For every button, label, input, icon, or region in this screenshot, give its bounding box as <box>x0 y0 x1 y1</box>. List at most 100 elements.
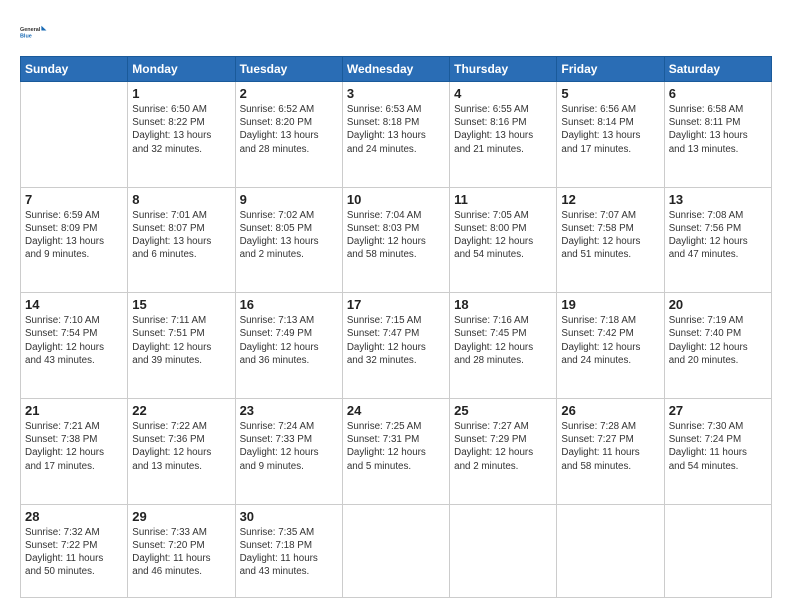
calendar-cell: 19 Sunrise: 7:18 AMSunset: 7:42 PMDayligh… <box>557 293 664 399</box>
calendar-cell: 29Sunrise: 7:33 AMSunset: 7:20 PMDayligh… <box>128 504 235 598</box>
svg-text:General: General <box>20 27 41 33</box>
day-number: 24 <box>347 403 445 418</box>
cell-info: Sunrise: 7:07 AMSunset: 7:58 PMDaylight:… <box>561 209 659 262</box>
weekday-header-thursday: Thursday <box>450 57 557 82</box>
cell-info: Sunrise: 7:16 AMSunset: 7:45 PMDaylight:… <box>454 314 552 367</box>
day-number: 21 <box>25 403 123 418</box>
day-number: 8 <box>132 192 230 207</box>
calendar-cell: 22 Sunrise: 7:22 AMSunset: 7:36 PMDayligh… <box>128 398 235 504</box>
calendar-cell: 12 Sunrise: 7:07 AMSunset: 7:58 PMDayligh… <box>557 187 664 293</box>
day-number: 14 <box>25 297 123 312</box>
cell-info: Sunrise: 7:19 AMSunset: 7:40 PMDaylight:… <box>669 314 767 367</box>
day-number: 18 <box>454 297 552 312</box>
calendar-cell <box>450 504 557 598</box>
cell-info: Sunrise: 7:25 AMSunset: 7:31 PMDaylight:… <box>347 420 445 473</box>
day-number: 11 <box>454 192 552 207</box>
calendar-cell: 15Sunrise: 7:11 AMSunset: 7:51 PMDayligh… <box>128 293 235 399</box>
cell-info: Sunrise: 7:18 AMSunset: 7:42 PMDaylight:… <box>561 314 659 367</box>
day-number: 19 <box>561 297 659 312</box>
logo: GeneralBlue <box>20 18 48 46</box>
cell-info: Sunrise: 7:22 AMSunset: 7:36 PMDaylight:… <box>132 420 230 473</box>
svg-text:Blue: Blue <box>20 33 32 39</box>
day-number: 12 <box>561 192 659 207</box>
day-number: 5 <box>561 86 659 101</box>
weekday-header-wednesday: Wednesday <box>342 57 449 82</box>
cell-info: Sunrise: 7:30 AMSunset: 7:24 PMDaylight:… <box>669 420 767 473</box>
calendar-cell: 13Sunrise: 7:08 AMSunset: 7:56 PMDayligh… <box>664 187 771 293</box>
weekday-header-row: SundayMondayTuesdayWednesdayThursdayFrid… <box>21 57 772 82</box>
calendar-cell: 16 Sunrise: 7:13 AMSunset: 7:49 PMDayligh… <box>235 293 342 399</box>
cell-info: Sunrise: 6:50 AMSunset: 8:22 PMDaylight:… <box>132 103 230 156</box>
calendar-cell: 17 Sunrise: 7:15 AMSunset: 7:47 PMDayligh… <box>342 293 449 399</box>
week-row-5: 28 Sunrise: 7:32 AMSunset: 7:22 PMDayligh… <box>21 504 772 598</box>
cell-info: Sunrise: 7:10 AMSunset: 7:54 PMDaylight:… <box>25 314 123 367</box>
cell-info: Sunrise: 6:58 AMSunset: 8:11 PMDaylight:… <box>669 103 767 156</box>
day-number: 16 <box>240 297 338 312</box>
calendar-cell: 9 Sunrise: 7:02 AMSunset: 8:05 PMDaylight… <box>235 187 342 293</box>
day-number: 3 <box>347 86 445 101</box>
cell-info: Sunrise: 6:53 AMSunset: 8:18 PMDaylight:… <box>347 103 445 156</box>
calendar-cell: 18 Sunrise: 7:16 AMSunset: 7:45 PMDayligh… <box>450 293 557 399</box>
week-row-4: 21 Sunrise: 7:21 AMSunset: 7:38 PMDayligh… <box>21 398 772 504</box>
calendar-cell: 10 Sunrise: 7:04 AMSunset: 8:03 PMDayligh… <box>342 187 449 293</box>
cell-info: Sunrise: 7:02 AMSunset: 8:05 PMDaylight:… <box>240 209 338 262</box>
weekday-header-sunday: Sunday <box>21 57 128 82</box>
day-number: 29 <box>132 509 230 524</box>
weekday-header-monday: Monday <box>128 57 235 82</box>
day-number: 25 <box>454 403 552 418</box>
day-number: 22 <box>132 403 230 418</box>
weekday-header-friday: Friday <box>557 57 664 82</box>
cell-info: Sunrise: 7:15 AMSunset: 7:47 PMDaylight:… <box>347 314 445 367</box>
calendar-cell: 5 Sunrise: 6:56 AMSunset: 8:14 PMDaylight… <box>557 82 664 188</box>
weekday-header-tuesday: Tuesday <box>235 57 342 82</box>
calendar-cell: 14 Sunrise: 7:10 AMSunset: 7:54 PMDayligh… <box>21 293 128 399</box>
day-number: 17 <box>347 297 445 312</box>
calendar-cell: 4Sunrise: 6:55 AMSunset: 8:16 PMDaylight… <box>450 82 557 188</box>
cell-info: Sunrise: 7:28 AMSunset: 7:27 PMDaylight:… <box>561 420 659 473</box>
calendar-cell <box>342 504 449 598</box>
calendar-cell: 24 Sunrise: 7:25 AMSunset: 7:31 PMDayligh… <box>342 398 449 504</box>
calendar-cell: 25 Sunrise: 7:27 AMSunset: 7:29 PMDayligh… <box>450 398 557 504</box>
calendar-cell: 8 Sunrise: 7:01 AMSunset: 8:07 PMDaylight… <box>128 187 235 293</box>
day-number: 2 <box>240 86 338 101</box>
calendar-cell: 3 Sunrise: 6:53 AMSunset: 8:18 PMDaylight… <box>342 82 449 188</box>
logo-icon: GeneralBlue <box>20 18 48 46</box>
calendar-cell: 23 Sunrise: 7:24 AMSunset: 7:33 PMDayligh… <box>235 398 342 504</box>
calendar-cell: 26 Sunrise: 7:28 AMSunset: 7:27 PMDayligh… <box>557 398 664 504</box>
calendar-cell: 1 Sunrise: 6:50 AMSunset: 8:22 PMDaylight… <box>128 82 235 188</box>
cell-info: Sunrise: 7:21 AMSunset: 7:38 PMDaylight:… <box>25 420 123 473</box>
day-number: 28 <box>25 509 123 524</box>
cell-info: Sunrise: 6:52 AMSunset: 8:20 PMDaylight:… <box>240 103 338 156</box>
calendar-cell: 6 Sunrise: 6:58 AMSunset: 8:11 PMDaylight… <box>664 82 771 188</box>
cell-info: Sunrise: 7:32 AMSunset: 7:22 PMDaylight:… <box>25 526 123 579</box>
cell-info: Sunrise: 7:05 AMSunset: 8:00 PMDaylight:… <box>454 209 552 262</box>
cell-info: Sunrise: 6:59 AMSunset: 8:09 PMDaylight:… <box>25 209 123 262</box>
calendar-cell: 20 Sunrise: 7:19 AMSunset: 7:40 PMDayligh… <box>664 293 771 399</box>
cell-info: Sunrise: 6:56 AMSunset: 8:14 PMDaylight:… <box>561 103 659 156</box>
calendar-cell: 2 Sunrise: 6:52 AMSunset: 8:20 PMDaylight… <box>235 82 342 188</box>
cell-info: Sunrise: 7:27 AMSunset: 7:29 PMDaylight:… <box>454 420 552 473</box>
day-number: 23 <box>240 403 338 418</box>
cell-info: Sunrise: 7:11 AMSunset: 7:51 PMDaylight:… <box>132 314 230 367</box>
week-row-3: 14 Sunrise: 7:10 AMSunset: 7:54 PMDayligh… <box>21 293 772 399</box>
cell-info: Sunrise: 7:24 AMSunset: 7:33 PMDaylight:… <box>240 420 338 473</box>
day-number: 20 <box>669 297 767 312</box>
cell-info: Sunrise: 7:04 AMSunset: 8:03 PMDaylight:… <box>347 209 445 262</box>
cell-info: Sunrise: 7:01 AMSunset: 8:07 PMDaylight:… <box>132 209 230 262</box>
calendar-cell: 21 Sunrise: 7:21 AMSunset: 7:38 PMDayligh… <box>21 398 128 504</box>
day-number: 9 <box>240 192 338 207</box>
day-number: 1 <box>132 86 230 101</box>
page-header: GeneralBlue <box>20 18 772 46</box>
calendar-cell <box>664 504 771 598</box>
day-number: 10 <box>347 192 445 207</box>
calendar-cell: 7Sunrise: 6:59 AMSunset: 8:09 PMDaylight… <box>21 187 128 293</box>
calendar-cell <box>557 504 664 598</box>
calendar-cell: 28 Sunrise: 7:32 AMSunset: 7:22 PMDayligh… <box>21 504 128 598</box>
day-number: 26 <box>561 403 659 418</box>
cell-info: Sunrise: 7:35 AMSunset: 7:18 PMDaylight:… <box>240 526 338 579</box>
calendar-cell: 11 Sunrise: 7:05 AMSunset: 8:00 PMDayligh… <box>450 187 557 293</box>
week-row-1: 1 Sunrise: 6:50 AMSunset: 8:22 PMDaylight… <box>21 82 772 188</box>
day-number: 6 <box>669 86 767 101</box>
calendar-table: SundayMondayTuesdayWednesdayThursdayFrid… <box>20 56 772 598</box>
cell-info: Sunrise: 7:13 AMSunset: 7:49 PMDaylight:… <box>240 314 338 367</box>
